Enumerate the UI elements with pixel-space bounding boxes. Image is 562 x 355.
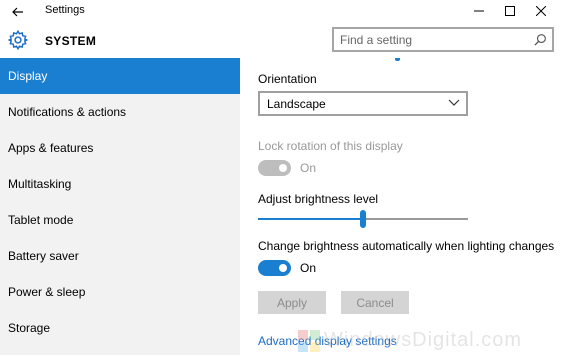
- lock-rotation-label: Lock rotation of this display: [258, 139, 403, 153]
- sidebar-item-power-sleep[interactable]: Power & sleep: [0, 274, 240, 310]
- sidebar-item-tablet-mode[interactable]: Tablet mode: [0, 202, 240, 238]
- sidebar-item-apps[interactable]: Apps & features: [0, 130, 240, 166]
- lock-rotation-state: On: [300, 161, 317, 175]
- brightness-slider-thumb[interactable]: [360, 210, 366, 228]
- window-title: Settings: [45, 4, 85, 16]
- search-box[interactable]: [332, 27, 554, 52]
- lock-rotation-toggle[interactable]: [258, 160, 291, 176]
- cancel-button[interactable]: Cancel: [341, 291, 409, 314]
- auto-brightness-state: On: [300, 261, 317, 275]
- page-title: SYSTEM: [45, 34, 97, 48]
- sidebar-item-label: Apps & features: [8, 141, 94, 155]
- scroll-indicator: [395, 58, 400, 61]
- orientation-dropdown[interactable]: Landscape: [258, 91, 468, 116]
- settings-header: SYSTEM: [0, 24, 562, 58]
- minimize-icon: [474, 10, 484, 12]
- gear-icon: [7, 29, 29, 51]
- sidebar-item-label: Power & sleep: [8, 285, 86, 299]
- sidebar-item-label: Storage: [8, 321, 51, 335]
- sidebar: Display Notifications & actions Apps & f…: [0, 58, 240, 355]
- watermark: WindowsDigital.com: [298, 326, 562, 355]
- sidebar-item-multitasking[interactable]: Multitasking: [0, 166, 240, 202]
- sidebar-item-notifications[interactable]: Notifications & actions: [0, 94, 240, 130]
- sidebar-item-label: Battery saver: [8, 249, 79, 263]
- search-icon[interactable]: [534, 33, 547, 46]
- chevron-down-icon: [448, 99, 460, 106]
- minimize-button[interactable]: [464, 0, 494, 22]
- brightness-slider[interactable]: [258, 210, 468, 228]
- brightness-slider-fill: [258, 218, 363, 220]
- watermark-text: WindowsDigital.com: [324, 329, 523, 351]
- apply-button[interactable]: Apply: [258, 291, 326, 314]
- windows-logo-icon: [298, 329, 320, 352]
- sidebar-item-label: Notifications & actions: [8, 105, 127, 119]
- sidebar-item-battery-saver[interactable]: Battery saver: [0, 238, 240, 274]
- sidebar-item-label: Multitasking: [8, 177, 72, 191]
- sidebar-item-storage[interactable]: Storage: [0, 310, 240, 346]
- search-input[interactable]: [340, 32, 530, 48]
- auto-brightness-label: Change brightness automatically when lig…: [258, 239, 555, 253]
- auto-brightness-toggle[interactable]: [258, 260, 291, 276]
- maximize-button[interactable]: [495, 0, 525, 22]
- toggle-knob: [279, 164, 287, 172]
- display-settings-panel: Orientation Landscape Lock rotation of t…: [240, 58, 562, 355]
- close-button[interactable]: [526, 0, 556, 22]
- sidebar-item-label: Display: [8, 69, 48, 83]
- sidebar-item-display[interactable]: Display: [0, 58, 240, 94]
- sidebar-item-label: Tablet mode: [8, 213, 74, 227]
- orientation-label: Orientation: [258, 72, 317, 86]
- brightness-label: Adjust brightness level: [258, 192, 379, 206]
- maximize-icon: [505, 6, 515, 16]
- back-arrow-icon: [12, 7, 23, 17]
- title-bar: Settings: [0, 0, 562, 24]
- toggle-knob: [279, 264, 287, 272]
- orientation-value: Landscape: [267, 97, 326, 111]
- back-button[interactable]: [6, 2, 30, 22]
- close-icon: [536, 6, 546, 16]
